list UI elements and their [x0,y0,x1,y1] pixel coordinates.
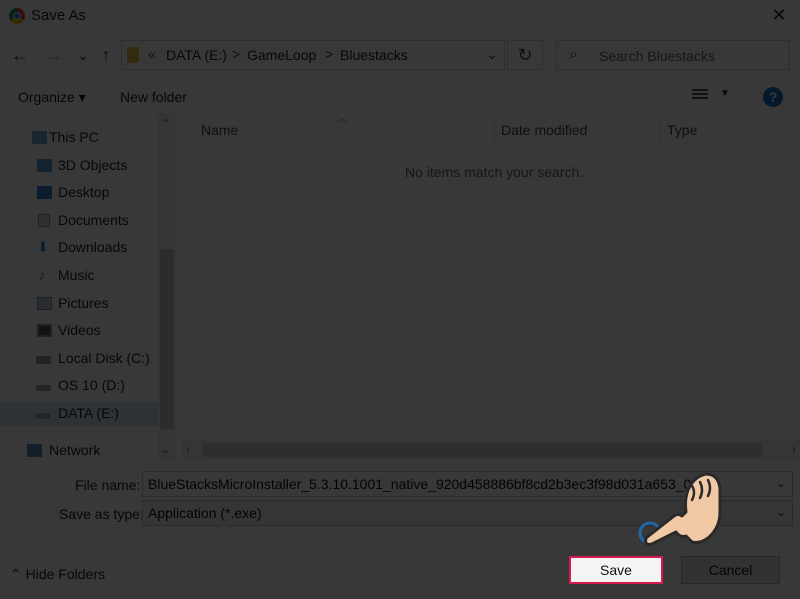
drive-icon [36,356,51,364]
file-name-label: File name: [75,477,141,493]
sidebar-item-3d-objects[interactable]: 3D Objects [0,154,158,178]
pc-icon [32,131,47,144]
drive-icon [36,385,51,391]
scroll-up-icon[interactable]: ⌃ [161,117,170,130]
search-input[interactable] [597,45,781,67]
window-title: Save As [31,7,87,24]
save-button[interactable]: Save [569,556,663,584]
folder-icon [127,47,139,63]
sidebar-item-local-disk-c[interactable]: Local Disk (C:) [0,347,158,371]
breadcrumb-separator[interactable]: > [232,46,240,62]
file-name-value[interactable]: BlueStacksMicroInstaller_5.3.10.1001_nat… [148,476,691,492]
cancel-button[interactable]: Cancel [681,556,780,584]
close-button[interactable]: ✕ [768,4,790,26]
music-icon: ♪ [38,267,46,284]
column-header-date-modified[interactable]: Date modified [501,122,587,138]
chevron-up-icon: ⌃ [10,566,22,582]
address-dropdown-icon[interactable]: ⌄ [486,46,498,63]
desktop-icon [37,186,52,199]
sidebar-item-label: OS 10 (D:) [58,377,125,393]
title-bar: Save As ✕ [0,0,800,32]
download-icon: ⬇ [37,239,49,255]
up-button[interactable]: ↑ [98,44,114,66]
address-bar[interactable]: « DATA (E:) > GameLoop > Bluestacks ⌄ [121,40,505,70]
sidebar-item-pictures[interactable]: Pictures [0,292,158,316]
sidebar-item-os10-d[interactable]: OS 10 (D:) [0,374,158,398]
column-divider[interactable] [660,115,661,145]
sidebar-scrollbar[interactable]: ⌃ ⌄ [158,113,176,461]
chevron-down-icon[interactable]: ⌄ [776,476,786,490]
column-header-name[interactable]: Name [201,122,238,138]
sort-ascending-icon: ︿ [337,114,347,125]
sidebar-item-label: Downloads [58,239,128,255]
sidebar-item-this-pc[interactable]: This PC [0,126,158,150]
sidebar-item-label: Network [49,442,101,458]
sidebar-item-label: Pictures [58,295,109,311]
sidebar-item-network[interactable]: Network [0,439,158,463]
sidebar-item-label: Music [58,267,95,283]
sidebar-item-label: This PC [49,129,99,145]
save-as-type-label: Save as type: [59,506,144,522]
refresh-button[interactable]: ↻ [507,40,543,70]
sidebar-item-videos[interactable]: Videos [0,319,158,343]
overflow-chevron[interactable]: « [148,46,156,62]
forward-button[interactable]: → [44,44,64,66]
sidebar-item-label: Videos [58,322,101,338]
sidebar-item-downloads[interactable]: ⬇ Downloads [0,236,158,260]
sidebar-item-label: 3D Objects [58,157,128,173]
search-box[interactable]: ⌕ [556,40,790,70]
sidebar-item-label: Desktop [58,184,110,200]
pictures-icon [37,297,52,310]
recent-locations-button[interactable]: ⌄ [76,44,90,66]
horizontal-scrollbar[interactable]: ‹ › [182,440,800,460]
help-icon[interactable]: ? [763,87,783,107]
network-icon [27,444,42,457]
breadcrumb-separator[interactable]: > [325,46,333,62]
empty-message: No items match your search. [405,164,584,180]
scroll-right-icon[interactable]: › [792,442,796,456]
pointing-hand-icon [638,472,722,546]
document-icon [38,214,50,227]
scrollbar-thumb[interactable] [160,249,174,429]
sidebar-item-label: DATA (E:) [58,405,119,421]
scrollbar-thumb[interactable] [202,443,762,457]
new-folder-button[interactable]: New folder [120,89,187,105]
sidebar-item-desktop[interactable]: Desktop [0,181,158,205]
column-divider[interactable] [494,115,495,145]
sidebar-item-documents[interactable]: Documents [0,209,158,233]
scroll-down-icon[interactable]: ⌄ [161,443,170,456]
view-options-icon[interactable] [692,89,708,103]
hide-folders-label: Hide Folders [25,566,105,582]
scroll-left-icon[interactable]: ‹ [186,442,190,456]
save-as-type-value[interactable]: Application (*.exe) [148,505,262,521]
hide-folders-button[interactable]: ⌃ Hide Folders [10,566,105,583]
videos-icon [37,324,52,337]
back-button[interactable]: ← [10,44,30,66]
sidebar-item-data-e[interactable]: DATA (E:) [0,402,158,426]
organize-button[interactable]: Organize ▾ [18,89,86,106]
sidebar-item-label: Documents [58,212,129,228]
sidebar-item-label: Local Disk (C:) [58,350,150,366]
view-dropdown-icon[interactable]: ▼ [720,88,730,99]
chevron-down-icon[interactable]: ⌄ [776,505,786,519]
breadcrumb-gameloop[interactable]: GameLoop [247,47,316,63]
breadcrumb-data-e[interactable]: DATA (E:) [166,47,227,63]
cube-icon [37,159,52,172]
breadcrumb-bluestacks[interactable]: Bluestacks [340,47,408,63]
sidebar-item-music[interactable]: ♪ Music [0,264,158,288]
drive-icon [36,413,51,419]
search-icon: ⌕ [569,46,578,63]
column-header-type[interactable]: Type [667,122,697,138]
chrome-icon [9,8,25,24]
